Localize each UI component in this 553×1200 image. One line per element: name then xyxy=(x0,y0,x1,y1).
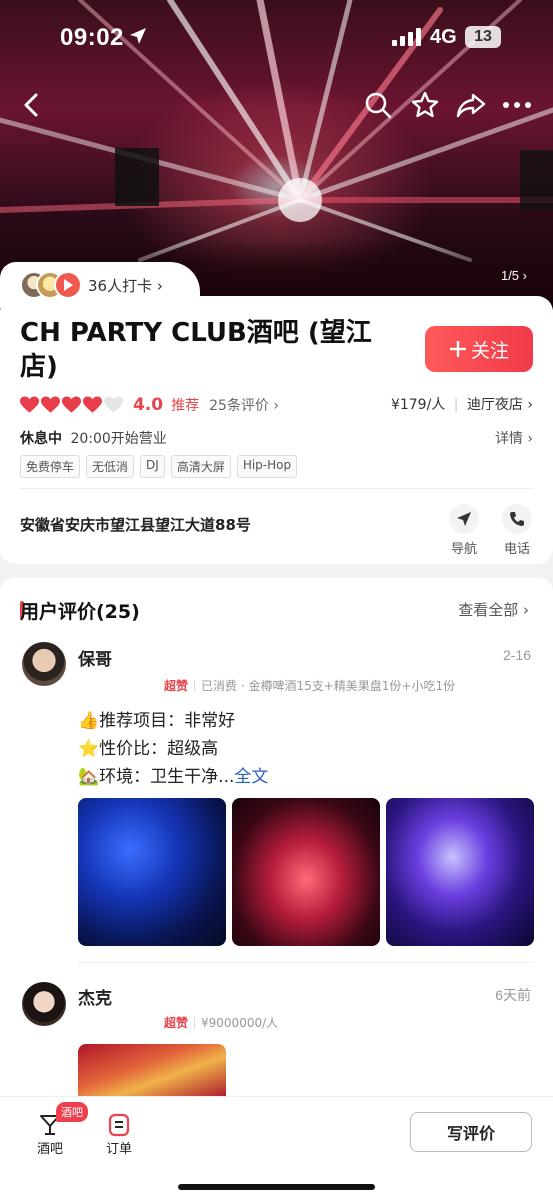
network-type: 4G xyxy=(430,26,457,48)
review-photo[interactable] xyxy=(386,798,534,946)
rating-hearts xyxy=(20,396,123,414)
star-icon: ⭐ xyxy=(78,739,100,759)
follow-label: 关注 xyxy=(470,339,509,362)
signal-icon xyxy=(392,28,421,46)
home-indicator xyxy=(178,1184,375,1190)
navigate-label: 导航 xyxy=(450,542,477,557)
phone-button[interactable]: 电话 xyxy=(497,504,537,557)
battery-indicator: 13 xyxy=(465,26,501,48)
review-photos xyxy=(78,798,534,946)
rating-row[interactable]: 4.0 推荐 25条评价 › ¥179/人 | 迪厅夜店 › xyxy=(20,394,533,416)
image-counter: 1/5 › xyxy=(500,268,527,283)
star-favorite-icon[interactable] xyxy=(408,88,442,122)
review-rating-label: 超赞 xyxy=(164,679,189,693)
house-icon: 🏡 xyxy=(78,767,100,787)
navigation-icon xyxy=(457,512,471,526)
tab-badge: 酒吧 xyxy=(56,1102,88,1122)
feature-tag: Hip-Hop xyxy=(236,455,298,478)
review-line: 👍推荐项目：非常好 xyxy=(78,711,236,731)
price-per-person: ¥179/人 xyxy=(390,397,446,413)
feature-tag: 免费停车 xyxy=(20,455,81,478)
business-status: 休息中 xyxy=(20,431,62,447)
review-consumption: ¥9000000/人 xyxy=(201,1016,279,1030)
navigate-button[interactable]: 导航 xyxy=(444,504,484,557)
business-hours[interactable]: 休息中 20:00开始营业 详情 › xyxy=(20,428,533,448)
shop-address[interactable]: 安徽省安庆市望江县望江大道88号 xyxy=(20,514,251,535)
location-arrow-icon xyxy=(130,28,146,44)
divider xyxy=(78,962,533,963)
checkin-badge[interactable]: 36人打卡 › xyxy=(0,262,200,308)
review-line: 🏡环境：卫生干净...全文 xyxy=(78,767,269,787)
phone-label: 电话 xyxy=(503,542,530,557)
detail-link[interactable]: 详情 › xyxy=(495,428,533,448)
reviewer-avatar[interactable] xyxy=(22,642,66,686)
tab-orders-label: 订单 xyxy=(105,1142,132,1157)
shop-title: CH PARTY CLUB酒吧 (望江店) xyxy=(20,318,372,382)
reviews-section-title: 用户评价(25) xyxy=(20,601,140,623)
heart-filled-icon xyxy=(83,396,102,413)
heart-filled-icon xyxy=(20,396,39,413)
plus-icon xyxy=(449,341,466,357)
feature-tag: 高清大屏 xyxy=(170,455,231,478)
status-time: 09:02 xyxy=(60,24,124,51)
reviewer-name[interactable]: 保哥 xyxy=(78,645,112,670)
play-icon xyxy=(54,271,82,299)
write-review-button[interactable]: 写评价 xyxy=(410,1112,532,1152)
heart-filled-icon xyxy=(62,396,81,413)
thumbs-up-icon: 👍 xyxy=(78,711,100,731)
tab-bar-label: 酒吧 xyxy=(36,1142,63,1157)
phone-icon xyxy=(510,512,524,526)
review-consumption: 已消费 · 金樽啤酒15支+精美果盘1份+小吃1份 xyxy=(201,679,456,693)
back-icon[interactable] xyxy=(14,88,48,122)
review-line: ⭐性价比：超级高 xyxy=(78,739,219,759)
rating-score: 4.0 xyxy=(133,395,164,415)
review-photo[interactable] xyxy=(78,798,226,946)
share-icon[interactable] xyxy=(454,88,488,122)
reviews-count-link[interactable]: 25条评价 › xyxy=(209,395,279,415)
feature-tag: 无低消 xyxy=(86,455,135,478)
order-icon xyxy=(108,1113,130,1137)
review-photo[interactable] xyxy=(78,1044,226,1100)
follow-button[interactable]: 关注 xyxy=(425,326,533,372)
feature-tag: DJ xyxy=(140,455,165,478)
open-time: 20:00开始营业 xyxy=(70,431,167,447)
divider xyxy=(20,488,533,489)
recommend-label: 推荐 xyxy=(171,398,200,414)
checkin-label: 36人打卡 xyxy=(88,276,153,295)
reviewer-name[interactable]: 杰克 xyxy=(78,984,112,1009)
review-date: 2-16 xyxy=(502,647,531,663)
more-icon[interactable] xyxy=(500,88,534,122)
price-category[interactable]: ¥179/人 | 迪厅夜店 › xyxy=(391,394,533,414)
review-photo[interactable] xyxy=(232,798,380,946)
status-bar: 09:02 4G 13 xyxy=(0,22,553,56)
read-more-link[interactable]: 全文 xyxy=(234,767,268,787)
search-icon[interactable] xyxy=(361,88,395,122)
review-rating-label: 超赞 xyxy=(164,1016,189,1030)
view-all-reviews-link[interactable]: 查看全部 › xyxy=(458,599,529,620)
reviewer-avatar[interactable] xyxy=(22,982,66,1026)
tab-orders[interactable]: 订单 xyxy=(89,1112,149,1157)
category-label: 迪厅夜店 xyxy=(466,397,523,413)
heart-empty-icon xyxy=(104,396,123,413)
heart-filled-icon xyxy=(41,396,60,413)
feature-tags: 免费停车 无低消 DJ 高清大屏 Hip-Hop xyxy=(20,455,298,478)
review-date: 6天前 xyxy=(495,987,531,1003)
